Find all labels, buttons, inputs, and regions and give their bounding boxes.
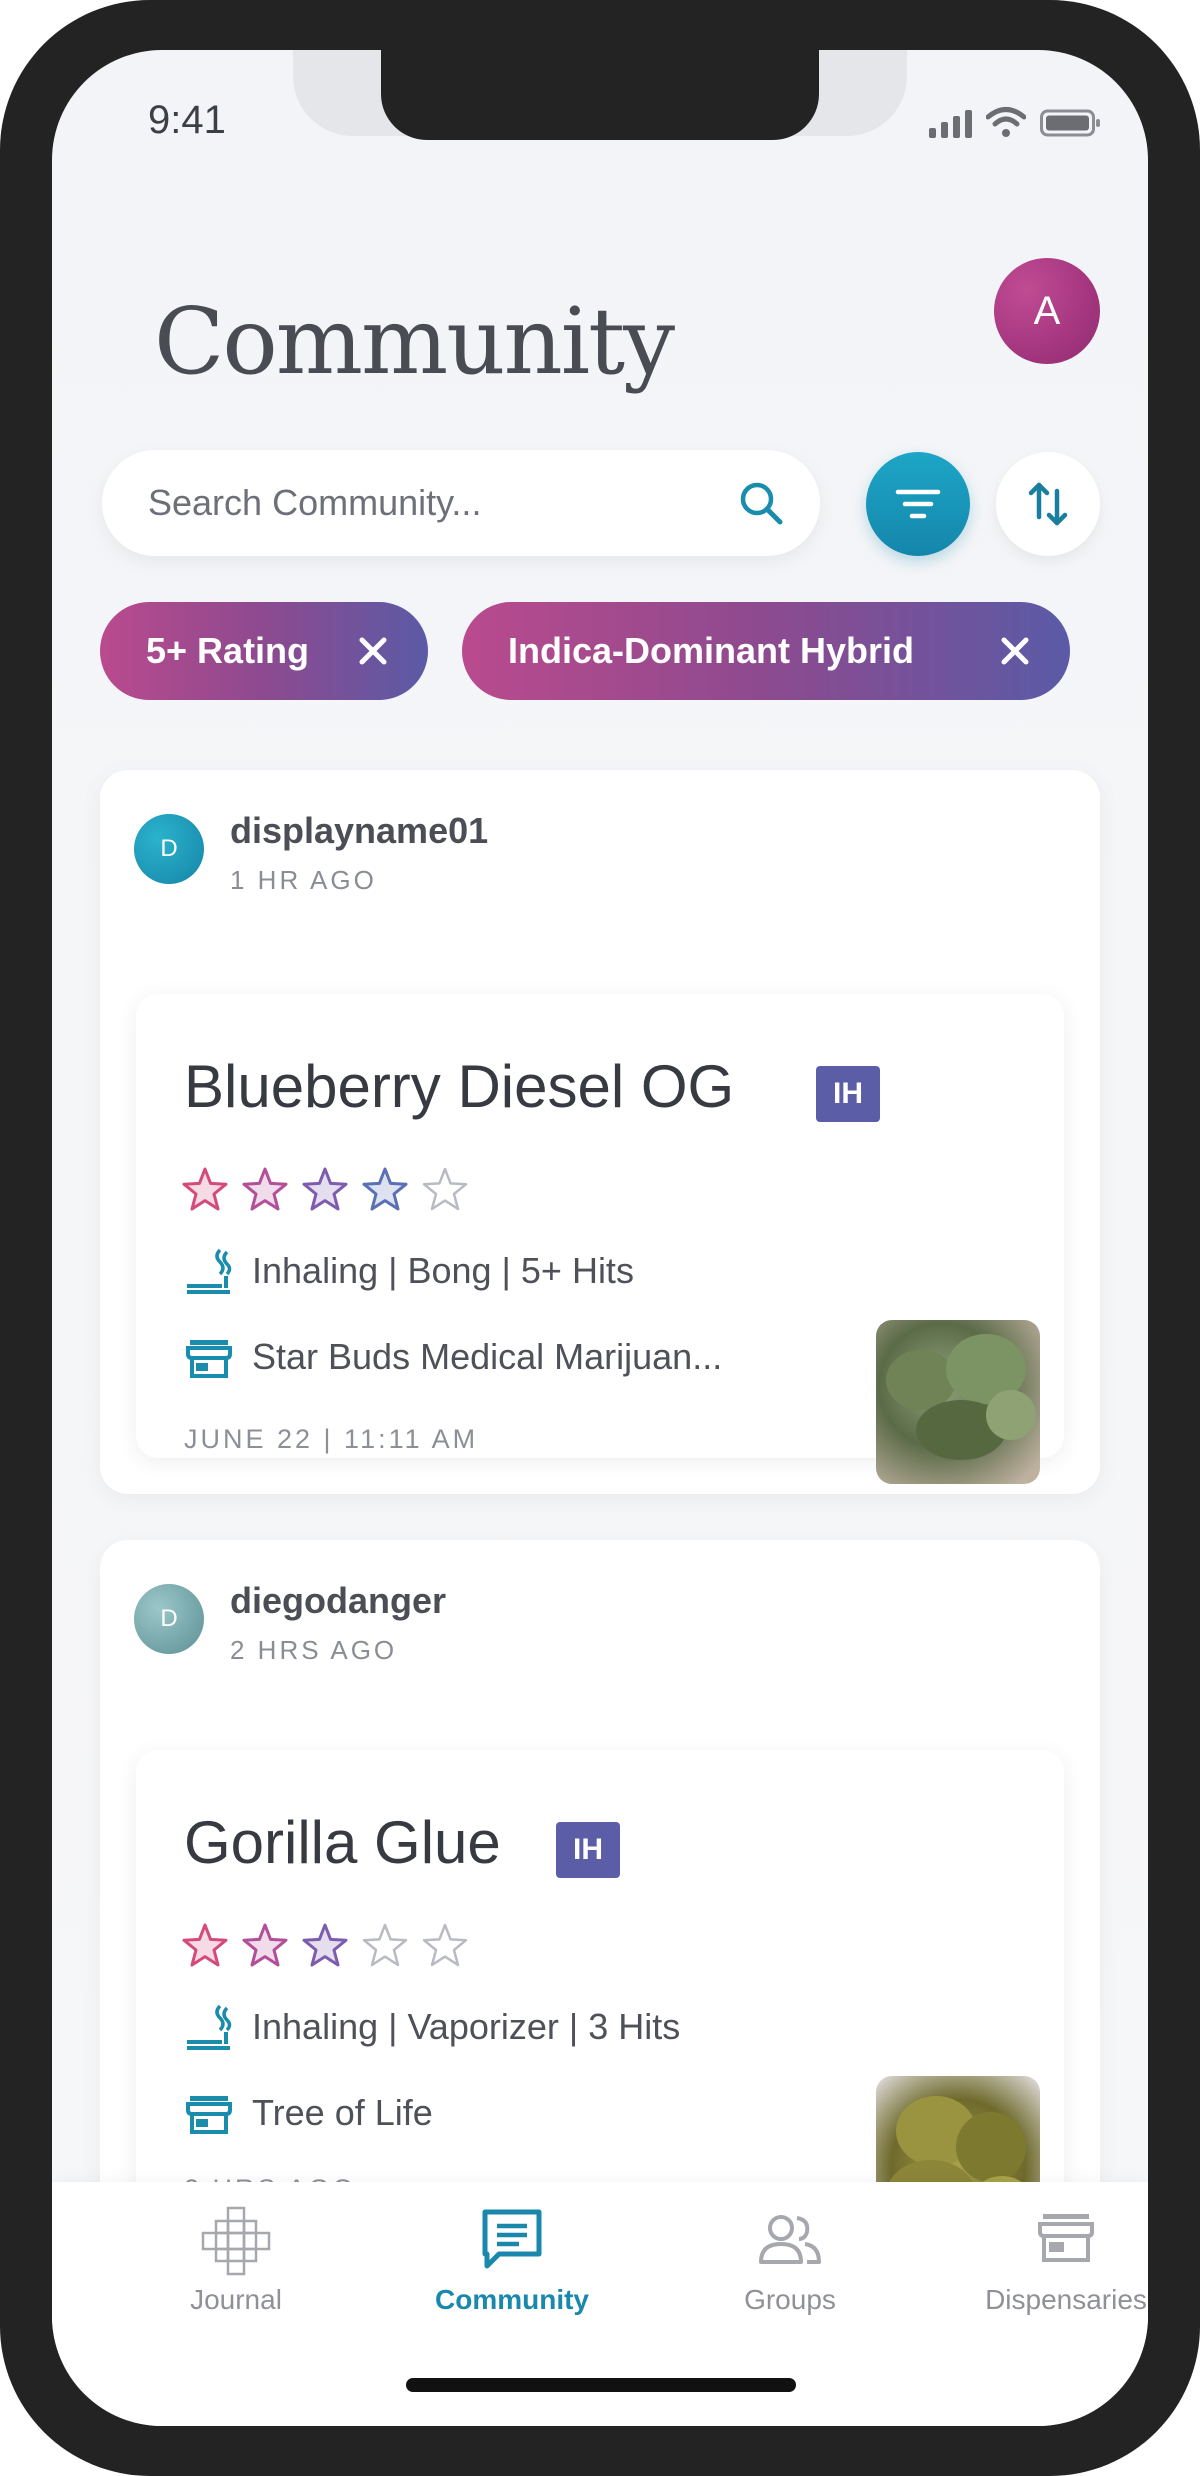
app-screen: 9:41 Community A Search Community... 5+ … [52,50,1148,2426]
star-filled-icon [302,1923,348,1967]
dispensary[interactable]: Tree of Life [184,2088,433,2138]
nav-label: Dispensaries [985,2284,1147,2315]
filter-button[interactable] [866,452,970,556]
post-time: 1 HR AGO [230,865,377,895]
nav-item-dispensaries[interactable]: Dispensaries [936,2204,1148,2316]
strain-name: Gorilla Glue [184,1809,501,1876]
filter-chip-label: Indica-Dominant Hybrid [508,630,915,671]
status-time: 9:41 [148,98,226,142]
close-icon[interactable] [356,634,390,668]
star-filled-icon [182,1923,228,1967]
star-filled-icon [302,1167,348,1211]
journal-icon [201,2206,271,2276]
nav-label: Groups [744,2284,836,2315]
user-avatar[interactable]: D [134,814,204,884]
battery-icon [1040,109,1100,137]
username[interactable]: diegodanger [230,1580,446,1622]
strain-entry-card[interactable]: Blueberry Diesel OG IH Inhaling | Bong |… [136,994,1064,1484]
dispensary-name: Star Buds Medical Marijuan... [252,1336,723,1377]
strain-type-badge: IH [556,1822,620,1878]
rating-stars [182,1922,468,1968]
user-avatar[interactable]: D [134,1584,204,1654]
filter-chip-strain-type[interactable]: Indica-Dominant Hybrid [462,602,1070,700]
store-icon [186,2096,232,2134]
strain-type-badge: IH [816,1066,880,1122]
cellular-signal-icon [929,108,972,138]
status-icons [929,106,1102,138]
rating-stars [182,1166,468,1212]
star-filled-icon [242,1923,288,1967]
consumption-method-text: Inhaling | Bong | 5+ Hits [252,1250,634,1291]
star-filled-icon [362,1167,408,1211]
star-empty-icon [422,1167,468,1211]
nav-item-community[interactable]: Community [382,2204,642,2316]
nav-item-journal[interactable]: Journal [106,2204,366,2316]
nav-label: Community [435,2284,589,2315]
strain-name: Blueberry Diesel OG [184,1053,735,1120]
post-time: 2 HRS AGO [230,1635,398,1665]
device-notch [381,50,819,140]
star-filled-icon [182,1167,228,1211]
filter-chip-label: 5+ Rating [146,630,310,671]
nav-item-groups[interactable]: Groups [660,2204,920,2316]
filter-chip-rating[interactable]: 5+ Rating [100,602,428,700]
filter-icon [895,489,941,519]
dispensary[interactable]: Star Buds Medical Marijuan... [184,1332,722,1382]
home-indicator [406,2378,796,2392]
search-icon[interactable] [738,480,784,526]
sort-button[interactable] [996,452,1100,556]
page-title: Community [154,288,675,395]
post-card[interactable]: D displayname01 1 HR AGO Blueberry Diese… [100,770,1100,1494]
star-empty-icon [362,1923,408,1967]
phone-frame: 9:41 Community A Search Community... 5+ … [0,0,1200,2476]
search-bar[interactable] [102,450,820,556]
store-icon [1038,2214,1094,2262]
wifi-icon [986,107,1026,137]
star-filled-icon [242,1167,288,1211]
star-empty-icon [422,1923,468,1967]
username[interactable]: displayname01 [230,810,488,852]
search-input[interactable] [148,450,708,556]
nav-label: Journal [190,2284,282,2315]
store-icon [186,1340,232,1378]
close-icon[interactable] [998,634,1032,668]
consumption-method: Inhaling | Vaporizer | 3 Hits [184,2002,680,2052]
consumption-method: Inhaling | Bong | 5+ Hits [184,1246,634,1296]
consumption-method-text: Inhaling | Vaporizer | 3 Hits [252,2006,681,2047]
groups-icon [759,2215,821,2264]
profile-avatar[interactable]: A [994,258,1100,364]
smoking-icon [187,2004,232,2050]
dispensary-name: Tree of Life [252,2092,433,2133]
smoking-icon [187,1248,232,1294]
entry-date: JUNE 22 | 11:11 AM [184,1424,479,1454]
chat-icon [482,2209,542,2269]
sort-icon [1028,482,1068,526]
strain-photo[interactable] [876,1320,1040,1484]
